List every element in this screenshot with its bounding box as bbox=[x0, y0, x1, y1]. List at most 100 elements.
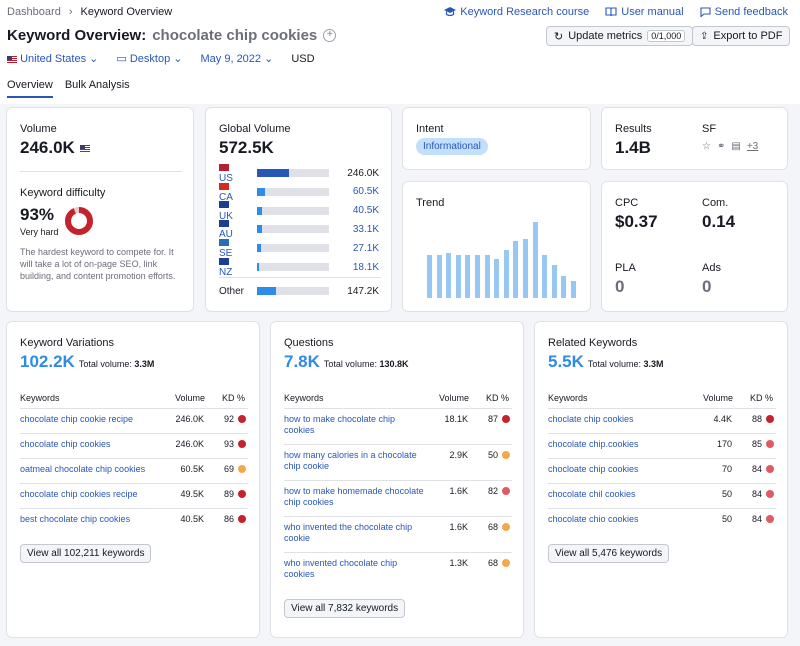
country-flag-icon bbox=[219, 182, 229, 190]
keyword-volume: 70 bbox=[721, 464, 732, 474]
keyword-link[interactable]: chocolate chip cookies bbox=[20, 439, 170, 450]
kd-status-dot bbox=[238, 465, 246, 473]
country-volume-row: CA 60.5K bbox=[219, 182, 379, 203]
country-select[interactable]: United States ⌄ bbox=[7, 52, 98, 65]
volume-card: Volume 246.0K Keyword difficulty 93% Ver… bbox=[6, 107, 194, 312]
device-select[interactable]: ▭ Desktop ⌄ bbox=[116, 52, 182, 65]
other-volume-row: Other 147.2K bbox=[219, 284, 379, 298]
country-volume-value[interactable]: 27.1K bbox=[353, 243, 379, 254]
page-title: Keyword Overview: chocolate chip cookies… bbox=[7, 27, 337, 44]
header-divider bbox=[548, 408, 776, 409]
keyword-link[interactable]: oatmeal chocolate chip cookies bbox=[20, 464, 170, 475]
course-link[interactable]: Keyword Research course bbox=[444, 6, 589, 18]
column-keywords-header[interactable]: Keywords bbox=[284, 393, 324, 403]
column-kd-header[interactable]: KD % bbox=[222, 393, 245, 403]
keyword-link[interactable]: chocolate chil cookies bbox=[548, 489, 698, 500]
manual-link[interactable]: User manual bbox=[605, 6, 684, 18]
total-volume-label: Total volume: 130.8K bbox=[323, 359, 409, 369]
view-all-button[interactable]: View all 102,211 keywords bbox=[20, 544, 152, 563]
trend-bar[interactable] bbox=[561, 276, 567, 298]
keyword-link[interactable]: how many calories in a chocolate chip co… bbox=[284, 450, 424, 472]
add-to-list-icon[interactable]: + bbox=[323, 29, 337, 42]
keyword-kd: 50 bbox=[487, 450, 498, 460]
update-metrics-label: Update metrics bbox=[568, 30, 643, 42]
country-volume-row: UK 40.5K bbox=[219, 201, 379, 222]
trend-bar[interactable] bbox=[427, 255, 432, 298]
country-volume-value[interactable]: 33.1K bbox=[353, 224, 379, 235]
keyword-link[interactable]: best chocolate chip cookies bbox=[20, 514, 170, 525]
title-keyword: chocolate chip cookies bbox=[152, 27, 318, 44]
tab-overview[interactable]: Overview bbox=[7, 79, 53, 98]
country-volume-row: AU 33.1K bbox=[219, 220, 379, 240]
graduation-cap-icon bbox=[444, 7, 457, 17]
update-metrics-button[interactable]: ↻ Update metrics 0/1,000 bbox=[546, 26, 694, 46]
us-flag-icon bbox=[7, 55, 17, 63]
kd-status-dot bbox=[766, 465, 774, 473]
keyword-link[interactable]: chocloate chip cookies bbox=[548, 464, 698, 475]
column-keywords-header[interactable]: Keywords bbox=[20, 393, 60, 403]
keyword-link[interactable]: chocolate chip cookies recipe bbox=[20, 489, 170, 500]
keyword-kd: 84 bbox=[751, 489, 762, 499]
view-all-button[interactable]: View all 5,476 keywords bbox=[548, 544, 670, 563]
row-divider bbox=[284, 480, 512, 481]
device-label: Desktop bbox=[129, 53, 171, 65]
trend-bar[interactable] bbox=[532, 221, 538, 298]
trend-bar[interactable] bbox=[446, 252, 452, 298]
trend-card: Trend bbox=[402, 181, 591, 312]
column-keywords-header[interactable]: Keywords bbox=[548, 393, 588, 403]
trend-bar[interactable] bbox=[436, 255, 442, 298]
trend-bar[interactable] bbox=[484, 255, 490, 298]
trend-bar[interactable] bbox=[475, 255, 480, 298]
keyword-volume: 1.6K bbox=[449, 522, 468, 532]
trend-bar[interactable] bbox=[503, 249, 509, 298]
country-code[interactable]: NZ bbox=[219, 256, 243, 278]
keyword-link[interactable]: chocolate chip cookie recipe bbox=[20, 414, 170, 425]
total-volume-value: 130.8K bbox=[379, 359, 409, 369]
row-divider bbox=[284, 444, 512, 445]
keyword-link[interactable]: how to make chocolate chip cookies bbox=[284, 414, 424, 436]
keyword-count-row: 102.2K Total volume: 3.3M bbox=[20, 352, 154, 372]
ads-label: Ads bbox=[702, 262, 721, 274]
trend-bar[interactable] bbox=[455, 255, 461, 298]
keyword-link[interactable]: how to make homemade chocolate chip cook… bbox=[284, 486, 424, 508]
keyword-volume: 18.1K bbox=[444, 414, 468, 424]
column-volume-header[interactable]: Volume bbox=[175, 393, 205, 403]
trend-bar[interactable] bbox=[523, 238, 528, 298]
trend-bar[interactable] bbox=[513, 241, 519, 298]
trend-bar[interactable] bbox=[542, 255, 548, 298]
date-select[interactable]: May 9, 2022 ⌄ bbox=[201, 52, 274, 65]
column-kd-header[interactable]: KD % bbox=[750, 393, 773, 403]
keyword-link[interactable]: who invented chocolate chip cookies bbox=[284, 558, 424, 580]
trend-bar[interactable] bbox=[494, 259, 500, 298]
keyword-link[interactable]: choclate chip cookies bbox=[548, 414, 698, 425]
column-volume-header[interactable]: Volume bbox=[703, 393, 733, 403]
country-volume-value[interactable]: 60.5K bbox=[353, 186, 379, 197]
keyword-link[interactable]: chocolate chip.cookies bbox=[548, 439, 698, 450]
sf-more[interactable]: +3 bbox=[747, 141, 758, 152]
trend-bar[interactable] bbox=[571, 280, 576, 298]
kd-status-dot bbox=[502, 451, 510, 459]
keyword-link[interactable]: chocolate chio cookies bbox=[548, 514, 698, 525]
breadcrumb-dashboard[interactable]: Dashboard bbox=[7, 6, 61, 18]
link-icon: ⚭ bbox=[716, 141, 726, 152]
breadcrumb: Dashboard › Keyword Overview bbox=[7, 6, 172, 18]
cpc-label: CPC bbox=[615, 197, 639, 209]
column-kd-header[interactable]: KD % bbox=[486, 393, 509, 403]
pla-value: 0 bbox=[615, 277, 625, 296]
export-pdf-button[interactable]: ⇪ Export to PDF bbox=[692, 26, 791, 46]
column-volume-header[interactable]: Volume bbox=[439, 393, 469, 403]
keyword-link[interactable]: who invented the chocolate chip cookie bbox=[284, 522, 424, 544]
feedback-link[interactable]: Send feedback bbox=[700, 6, 788, 18]
country-volume-value[interactable]: 40.5K bbox=[353, 205, 379, 216]
trend-label: Trend bbox=[416, 197, 445, 209]
cpc-card: CPC $0.37 Com. 0.14 PLA 0 Ads 0 bbox=[601, 181, 788, 312]
trend-bar[interactable] bbox=[551, 265, 557, 298]
keyword-volume: 246.0K bbox=[175, 439, 204, 449]
country-volume-value[interactable]: 246.0K bbox=[347, 168, 379, 179]
trend-bar[interactable] bbox=[465, 255, 471, 298]
view-all-button[interactable]: View all 7,832 keywords bbox=[284, 599, 406, 618]
keyword-volume: 60.5K bbox=[180, 464, 204, 474]
country-volume-value[interactable]: 18.1K bbox=[353, 262, 379, 273]
tab-bulk-analysis[interactable]: Bulk Analysis bbox=[65, 79, 130, 98]
keyword-volume: 1.3K bbox=[449, 558, 468, 568]
